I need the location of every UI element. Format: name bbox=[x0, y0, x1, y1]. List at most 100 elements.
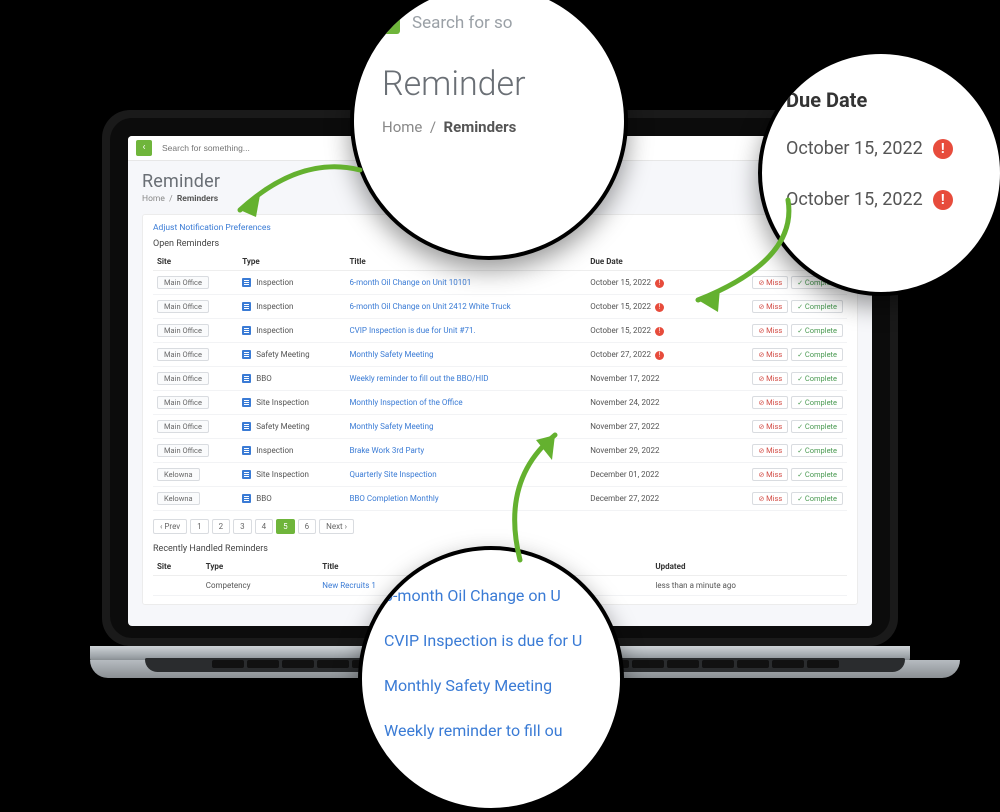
alert-icon: ! bbox=[933, 139, 953, 159]
type-text: Site Inspection bbox=[256, 398, 309, 407]
reminder-title-link[interactable]: Quarterly Site Inspection bbox=[349, 470, 436, 479]
miss-button[interactable]: Miss bbox=[752, 492, 788, 505]
due-date-text: October 15, 2022 bbox=[590, 278, 651, 287]
miss-button[interactable]: Miss bbox=[752, 300, 788, 313]
miss-button[interactable]: Miss bbox=[752, 396, 788, 409]
type-text: Inspection bbox=[256, 326, 293, 335]
miss-button[interactable]: Miss bbox=[752, 324, 788, 337]
back-button[interactable]: ‹ bbox=[136, 140, 152, 156]
page-button[interactable]: 5 bbox=[276, 519, 295, 534]
pagination: ‹ Prev123456Next › bbox=[153, 519, 847, 534]
due-date-text: November 17, 2022 bbox=[590, 374, 659, 383]
table-row: Main Office Inspection Brake Work 3rd Part… bbox=[153, 439, 847, 463]
complete-button[interactable]: Complete bbox=[791, 468, 843, 481]
page-button[interactable]: 2 bbox=[212, 519, 231, 534]
miss-button[interactable]: Miss bbox=[752, 420, 788, 433]
site-chip[interactable]: Kelowna bbox=[157, 468, 200, 481]
reminder-title-link[interactable]: Monthly Inspection of the Office bbox=[349, 398, 462, 407]
col-due: Due Date bbox=[586, 253, 702, 271]
due-date-text: November 27, 2022 bbox=[590, 422, 659, 431]
table-row: Main Office Safety Meeting Monthly Safety … bbox=[153, 343, 847, 367]
col-updated: Updated bbox=[651, 558, 847, 576]
site-chip[interactable]: Kelowna bbox=[157, 492, 200, 505]
type-icon bbox=[242, 350, 251, 359]
breadcrumb: Home / Reminders bbox=[382, 118, 596, 136]
table-row: KelownaSite InspectionQuarterly Site Ins… bbox=[153, 463, 847, 487]
type-text: Inspection bbox=[256, 446, 293, 455]
miss-button[interactable]: Miss bbox=[752, 348, 788, 361]
type-text: Safety Meeting bbox=[256, 422, 309, 431]
page-button[interactable]: 4 bbox=[255, 519, 274, 534]
due-date-text: November 29, 2022 bbox=[590, 446, 659, 455]
due-date-text: December 01, 2022 bbox=[590, 470, 659, 479]
back-button[interactable] bbox=[374, 8, 400, 34]
site-chip[interactable]: Main Office bbox=[157, 348, 209, 361]
due-date-text: October 27, 2022 bbox=[590, 350, 651, 359]
zoom-due-date-circle: Due Date October 15, 2022 ! October 15, … bbox=[758, 50, 1000, 296]
page-button[interactable]: 6 bbox=[298, 519, 317, 534]
site-chip[interactable]: Main Office bbox=[157, 276, 209, 289]
reminder-title-link[interactable]: Weekly reminder to fill out the BBO/HID bbox=[349, 374, 488, 383]
alert-icon: ! bbox=[655, 327, 664, 336]
alert-icon: ! bbox=[655, 351, 664, 360]
reminder-title-link[interactable]: CVIP Inspection is due for U bbox=[384, 631, 602, 650]
reminder-title-link[interactable]: Monthly Safety Meeting bbox=[384, 676, 602, 695]
reminder-title-link[interactable]: 6-month Oil Change on Unit 2412 White Tr… bbox=[349, 302, 510, 311]
page-button[interactable]: 1 bbox=[190, 519, 209, 534]
type-text: BBO bbox=[256, 374, 271, 383]
type-icon bbox=[242, 374, 251, 383]
site-chip[interactable]: Main Office bbox=[157, 396, 209, 409]
miss-button[interactable]: Miss bbox=[752, 276, 788, 289]
complete-button[interactable]: Complete bbox=[791, 420, 843, 433]
site-chip[interactable]: Main Office bbox=[157, 420, 209, 433]
breadcrumb-root[interactable]: Home bbox=[142, 194, 165, 204]
site-chip[interactable]: Main Office bbox=[157, 444, 209, 457]
type-icon bbox=[242, 470, 251, 479]
page-button[interactable]: ‹ Prev bbox=[153, 519, 187, 534]
complete-button[interactable]: Complete bbox=[791, 396, 843, 409]
search-hint: Search for so bbox=[412, 13, 513, 33]
type-text: Inspection bbox=[256, 302, 293, 311]
col-type: Type bbox=[238, 253, 345, 271]
col-site: Site bbox=[153, 558, 202, 576]
site-chip[interactable]: Main Office bbox=[157, 324, 209, 337]
page-button[interactable]: Next › bbox=[319, 519, 354, 534]
breadcrumb-current: Reminders bbox=[177, 194, 218, 204]
complete-button[interactable]: Complete bbox=[791, 372, 843, 385]
site-chip[interactable]: Main Office bbox=[157, 300, 209, 313]
reminder-title-link[interactable]: 6-month Oil Change on U bbox=[384, 586, 602, 605]
due-date-text: December 27, 2022 bbox=[590, 494, 659, 503]
due-date-row: October 15, 2022 ! bbox=[786, 189, 980, 210]
complete-button[interactable]: Complete bbox=[791, 300, 843, 313]
type-text: Safety Meeting bbox=[256, 350, 309, 359]
complete-button[interactable]: Complete bbox=[791, 492, 843, 505]
miss-button[interactable]: Miss bbox=[752, 372, 788, 385]
table-row: KelownaBBOBBO Completion MonthlyDecember… bbox=[153, 487, 847, 511]
reminder-title-link[interactable]: Brake Work 3rd Party bbox=[349, 446, 424, 455]
type-icon bbox=[242, 422, 251, 431]
reminder-title-link[interactable]: Monthly Safety Meeting bbox=[349, 422, 433, 431]
type-icon bbox=[242, 446, 251, 455]
due-date-text: October 15, 2022 bbox=[590, 302, 651, 311]
complete-button[interactable]: Complete bbox=[791, 324, 843, 337]
due-date-text: October 15, 2022 bbox=[590, 326, 651, 335]
miss-button[interactable]: Miss bbox=[752, 444, 788, 457]
page-button[interactable]: 3 bbox=[233, 519, 252, 534]
type-text: Competency bbox=[206, 581, 251, 590]
reminder-title-link[interactable]: Weekly reminder to fill ou bbox=[384, 721, 602, 740]
complete-button[interactable]: Complete bbox=[791, 444, 843, 457]
complete-button[interactable]: Complete bbox=[791, 348, 843, 361]
reminder-title-link[interactable]: 6-month Oil Change on Unit 10101 bbox=[349, 278, 471, 287]
updated-text: less than a minute ago bbox=[655, 581, 736, 590]
site-chip[interactable]: Main Office bbox=[157, 372, 209, 385]
page-title: Reminder bbox=[382, 64, 596, 104]
reminder-title-link[interactable]: New Recruits 1 bbox=[322, 581, 376, 590]
reminder-title-link[interactable]: BBO Completion Monthly bbox=[349, 494, 438, 503]
reminder-title-link[interactable]: Monthly Safety Meeting bbox=[349, 350, 433, 359]
reminder-title-link[interactable]: CVIP Inspection is due for Unit #71. bbox=[349, 326, 475, 335]
miss-button[interactable]: Miss bbox=[752, 468, 788, 481]
table-row: Main Office Inspection 6-month Oil Change … bbox=[153, 295, 847, 319]
due-date-row: October 15, 2022 ! bbox=[786, 138, 980, 159]
alert-icon: ! bbox=[655, 303, 664, 312]
alert-icon: ! bbox=[655, 279, 664, 288]
